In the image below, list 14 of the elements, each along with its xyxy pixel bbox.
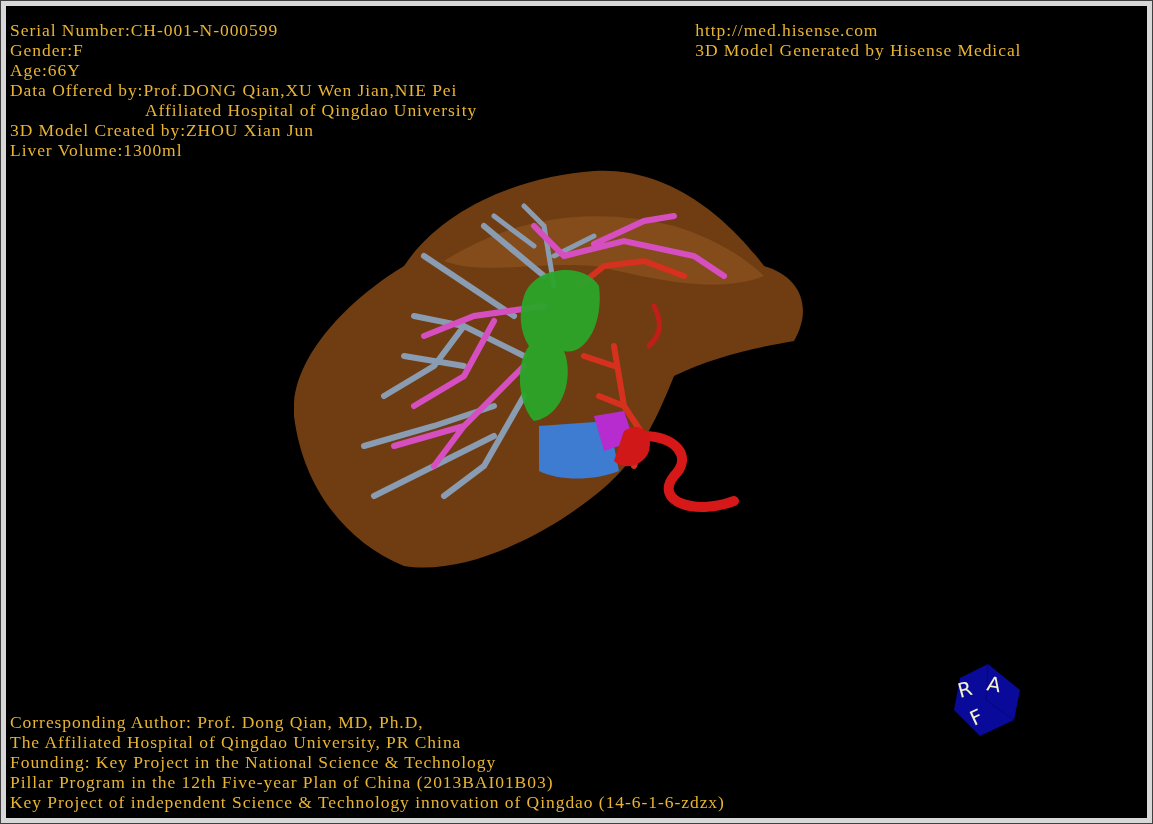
credit-text: 3D Model Generated by Hisense Medical xyxy=(695,40,1022,60)
footer-text: Founding: Key Project in the National Science & Technology xyxy=(10,752,497,772)
footer-text: Pillar Program in the 12th Five-year Plan of China (2013BAI01B03) xyxy=(10,772,554,792)
footer-text: Key Project of independent Science & Technology innovation of Qingdao (14-6-1-6-zdzx) xyxy=(10,792,725,812)
credit-text: http://med.hisense.com xyxy=(695,20,879,40)
case-info-text: Liver Volume:1300ml xyxy=(10,140,183,160)
case-info-text: 3D Model Created by:ZHOU Xian Jun xyxy=(10,120,314,140)
case-info-text: Serial Number:CH-001-N-000599 xyxy=(10,20,279,40)
case-info-text: Affiliated Hospital of Qingdao University xyxy=(145,100,478,120)
case-info-text: Age:66Y xyxy=(10,60,81,80)
case-info-text: Gender:F xyxy=(10,40,84,60)
footer-text: Corresponding Author: Prof. Dong Qian, MD, Ph.D, xyxy=(10,712,424,732)
case-info-text: Data Offered by:Prof.DONG Qian,XU Wen Jian,NIE Pei xyxy=(10,80,458,100)
footer-text: The Affiliated Hospital of Qingdao University, PR China xyxy=(10,732,462,752)
